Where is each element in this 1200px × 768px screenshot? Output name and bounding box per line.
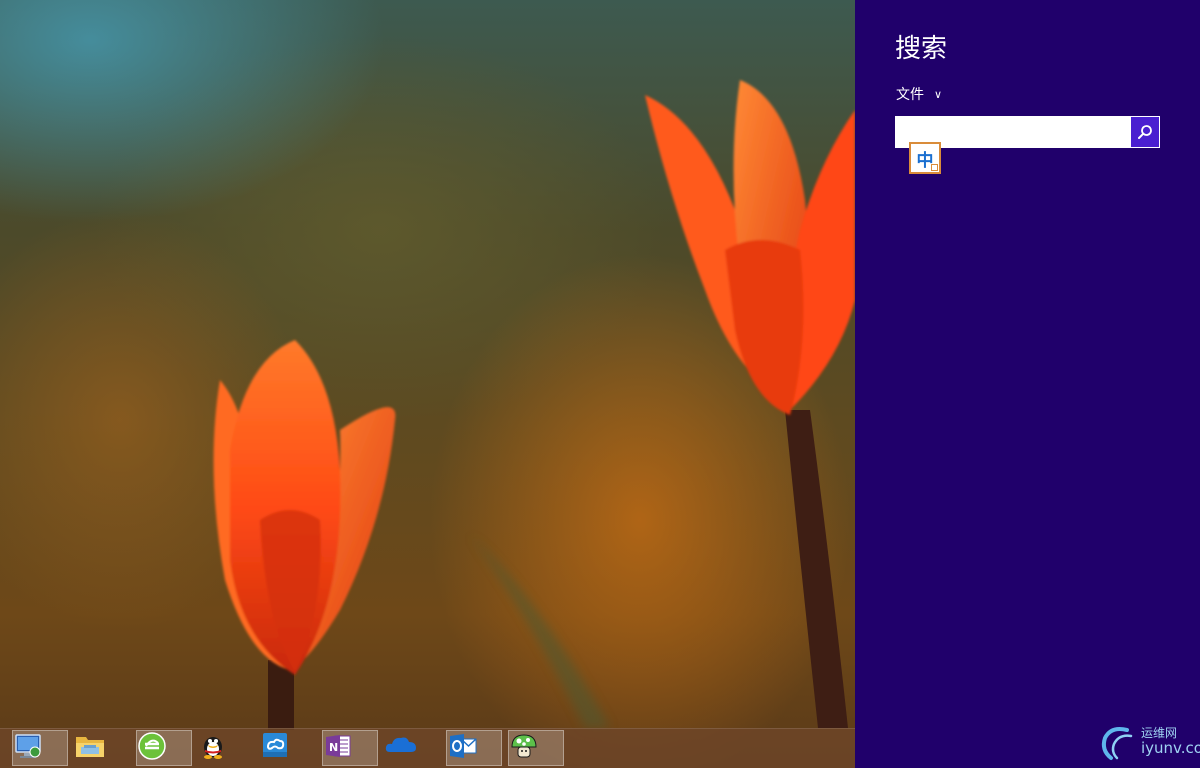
search-scope-dropdown[interactable]: 文件 ∨: [896, 84, 942, 104]
taskbar-item-computer[interactable]: [12, 730, 68, 766]
watermark-logo-icon: [1101, 727, 1133, 760]
taskbar: N: [0, 728, 855, 768]
search-icon: [1138, 125, 1152, 139]
desktop-wallpaper: N: [0, 0, 855, 768]
taskbar-item-onedrive[interactable]: [384, 730, 440, 766]
taskbar-item-qq[interactable]: [198, 730, 254, 766]
mushroom-app-icon: [511, 734, 537, 758]
search-button[interactable]: [1131, 117, 1159, 147]
taskbar-item-file-explorer[interactable]: [74, 730, 130, 766]
ime-corner-mark: [931, 164, 938, 171]
taskbar-item-outlook[interactable]: [446, 730, 502, 766]
computer-icon: [15, 734, 41, 758]
taskbar-item-browser[interactable]: [136, 730, 192, 766]
file-explorer-icon: [76, 737, 104, 757]
search-charm-pane: 搜索 文件 ∨ 中 运维网 iyunv.com: [855, 0, 1200, 768]
ime-mode-indicator[interactable]: 中: [909, 142, 941, 174]
charm-title: 搜索: [895, 34, 948, 64]
browser-icon: [138, 732, 166, 760]
taskbar-item-mushroom-app[interactable]: [508, 730, 564, 766]
chevron-down-icon: ∨: [934, 87, 943, 101]
watermark: 运维网 iyunv.com: [1097, 722, 1200, 762]
outlook-icon: [450, 734, 477, 758]
onedrive-icon: [385, 737, 416, 752]
onenote-icon: N: [326, 735, 351, 757]
search-scope-label: 文件: [896, 87, 924, 103]
taskbar-item-cloud-sync[interactable]: [260, 730, 316, 766]
svg-text:N: N: [329, 741, 338, 754]
cloud-sync-icon: [263, 733, 287, 757]
taskbar-item-onenote[interactable]: N: [322, 730, 378, 766]
qq-icon: [204, 737, 222, 759]
tulip-wallpaper: [213, 80, 855, 730]
watermark-en: iyunv.com: [1141, 739, 1200, 758]
